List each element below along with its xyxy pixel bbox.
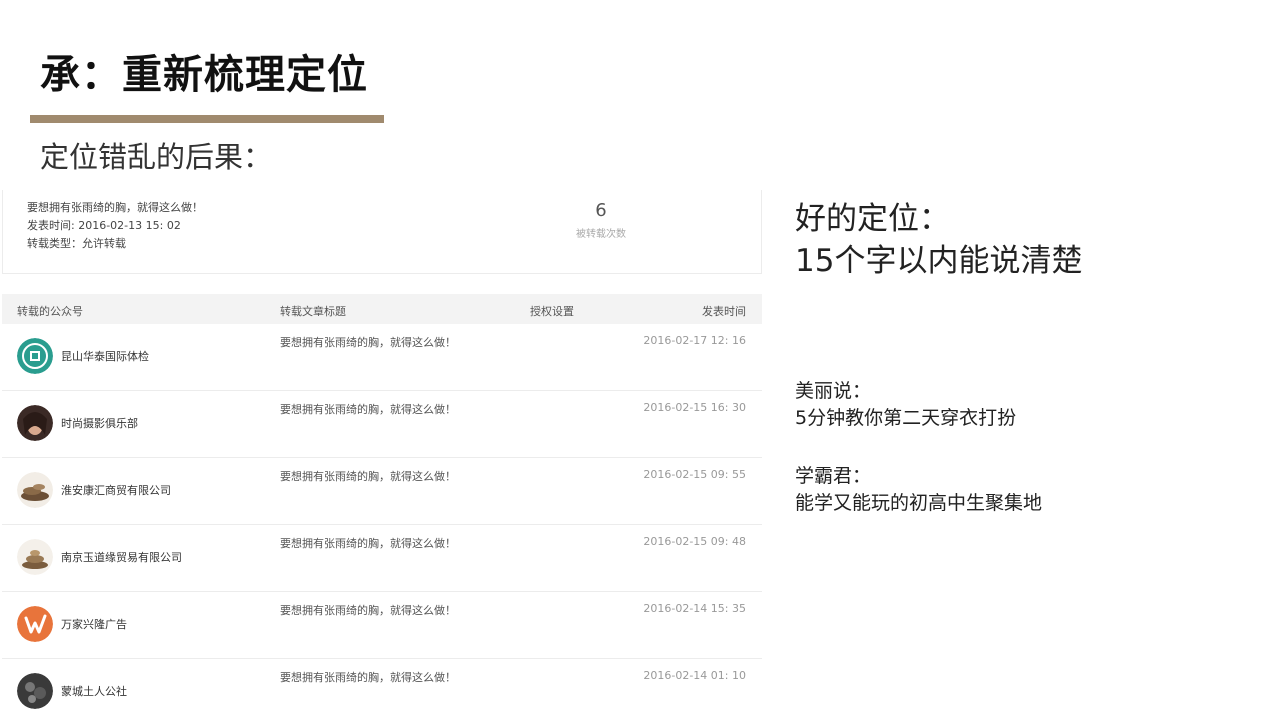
row-article-title[interactable]: 要想拥有张雨绮的胸，就得这么做！ <box>280 535 456 551</box>
row-publish-time: 2016-02-15 16: 30 <box>643 401 746 414</box>
row-account-name[interactable]: 时尚摄影俱乐部 <box>61 415 138 431</box>
repost-type: 转载类型：允许转载 <box>27 237 126 250</box>
table-row[interactable]: 万家兴隆广告 要想拥有张雨绮的胸，就得这么做！ 2016-02-14 15: 3… <box>2 592 762 659</box>
column-header-account: 转载的公众号 <box>17 305 83 318</box>
orange-logo-icon <box>17 606 53 642</box>
table-row[interactable]: 时尚摄影俱乐部 要想拥有张雨绮的胸，就得这么做！ 2016-02-15 16: … <box>2 391 762 458</box>
example-description: 5分钟教你第二天穿衣打扮 <box>795 407 1017 429</box>
heading-line-1: 好的定位： <box>795 201 950 237</box>
publish-time: 发表时间: 2016-02-13 15: 02 <box>27 219 181 232</box>
table-header: 转载的公众号 转载文章标题 授权设置 发表时间 <box>2 294 762 324</box>
column-header-auth: 授权设置 <box>530 305 574 318</box>
table-row[interactable]: 淮安康汇商贸有限公司 要想拥有张雨绮的胸，就得这么做！ 2016-02-15 0… <box>2 458 762 525</box>
product-icon <box>17 539 53 575</box>
row-article-title[interactable]: 要想拥有张雨绮的胸，就得这么做！ <box>280 468 456 484</box>
product-icon <box>17 472 53 508</box>
row-account-name[interactable]: 南京玉道缘贸易有限公司 <box>61 549 182 565</box>
article-summary-card: 要想拥有张雨绮的胸，就得这么做！ 发表时间: 2016-02-13 15: 02… <box>2 190 762 274</box>
row-account-name[interactable]: 昆山华泰国际体检 <box>61 348 149 364</box>
repost-count-label: 被转载次数 <box>576 229 626 240</box>
table-row[interactable]: 蒙城土人公社 要想拥有张雨绮的胸，就得这么做！ 2016-02-14 01: 1… <box>2 659 762 720</box>
row-publish-time: 2016-02-15 09: 48 <box>643 535 746 548</box>
column-header-time: 发表时间 <box>702 305 746 318</box>
repost-stats-screenshot: 要想拥有张雨绮的胸，就得这么做！ 发表时间: 2016-02-13 15: 02… <box>0 190 764 720</box>
dark-photo-icon <box>17 673 53 709</box>
repost-count-block: 6 被转载次数 <box>548 200 654 240</box>
row-article-title[interactable]: 要想拥有张雨绮的胸，就得这么做！ <box>280 669 456 685</box>
example-meilishuo: 美丽说： 5分钟教你第二天穿衣打扮 <box>795 378 1016 432</box>
portrait-icon <box>17 405 53 441</box>
example-name: 美丽说： <box>795 380 872 402</box>
row-publish-time: 2016-02-14 01: 10 <box>643 669 746 682</box>
row-account-name[interactable]: 淮安康汇商贸有限公司 <box>61 482 171 498</box>
repost-count: 6 <box>595 200 607 221</box>
article-title[interactable]: 要想拥有张雨绮的胸，就得这么做！ <box>27 199 203 215</box>
column-header-title: 转载文章标题 <box>280 305 346 318</box>
row-article-title[interactable]: 要想拥有张雨绮的胸，就得这么做！ <box>280 602 456 618</box>
row-publish-time: 2016-02-17 12: 16 <box>643 334 746 347</box>
title-underline <box>30 115 384 123</box>
row-publish-time: 2016-02-14 15: 35 <box>643 602 746 615</box>
heading-line-2: 15个字以内能说清楚 <box>795 243 1083 279</box>
row-account-name[interactable]: 蒙城土人公社 <box>61 683 127 699</box>
slide-title: 承：重新梳理定位 <box>40 52 368 98</box>
row-account-name[interactable]: 万家兴隆广告 <box>61 616 127 632</box>
row-publish-time: 2016-02-15 09: 55 <box>643 468 746 481</box>
table-row[interactable]: 昆山华泰国际体检 要想拥有张雨绮的胸，就得这么做！ 2016-02-17 12:… <box>2 324 762 391</box>
example-name: 学霸君： <box>795 465 872 487</box>
green-emblem-icon <box>17 338 53 374</box>
good-positioning-heading: 好的定位： 15个字以内能说清楚 <box>795 198 1082 282</box>
example-description: 能学又能玩的初高中生聚集地 <box>795 492 1043 514</box>
repost-table-body: 昆山华泰国际体检 要想拥有张雨绮的胸，就得这么做！ 2016-02-17 12:… <box>2 324 762 720</box>
example-xuebajun: 学霸君： 能学又能玩的初高中生聚集地 <box>795 463 1042 517</box>
row-article-title[interactable]: 要想拥有张雨绮的胸，就得这么做！ <box>280 401 456 417</box>
row-article-title[interactable]: 要想拥有张雨绮的胸，就得这么做！ <box>280 334 456 350</box>
slide-subtitle: 定位错乱的后果： <box>40 140 273 174</box>
table-row[interactable]: 南京玉道缘贸易有限公司 要想拥有张雨绮的胸，就得这么做！ 2016-02-15 … <box>2 525 762 592</box>
